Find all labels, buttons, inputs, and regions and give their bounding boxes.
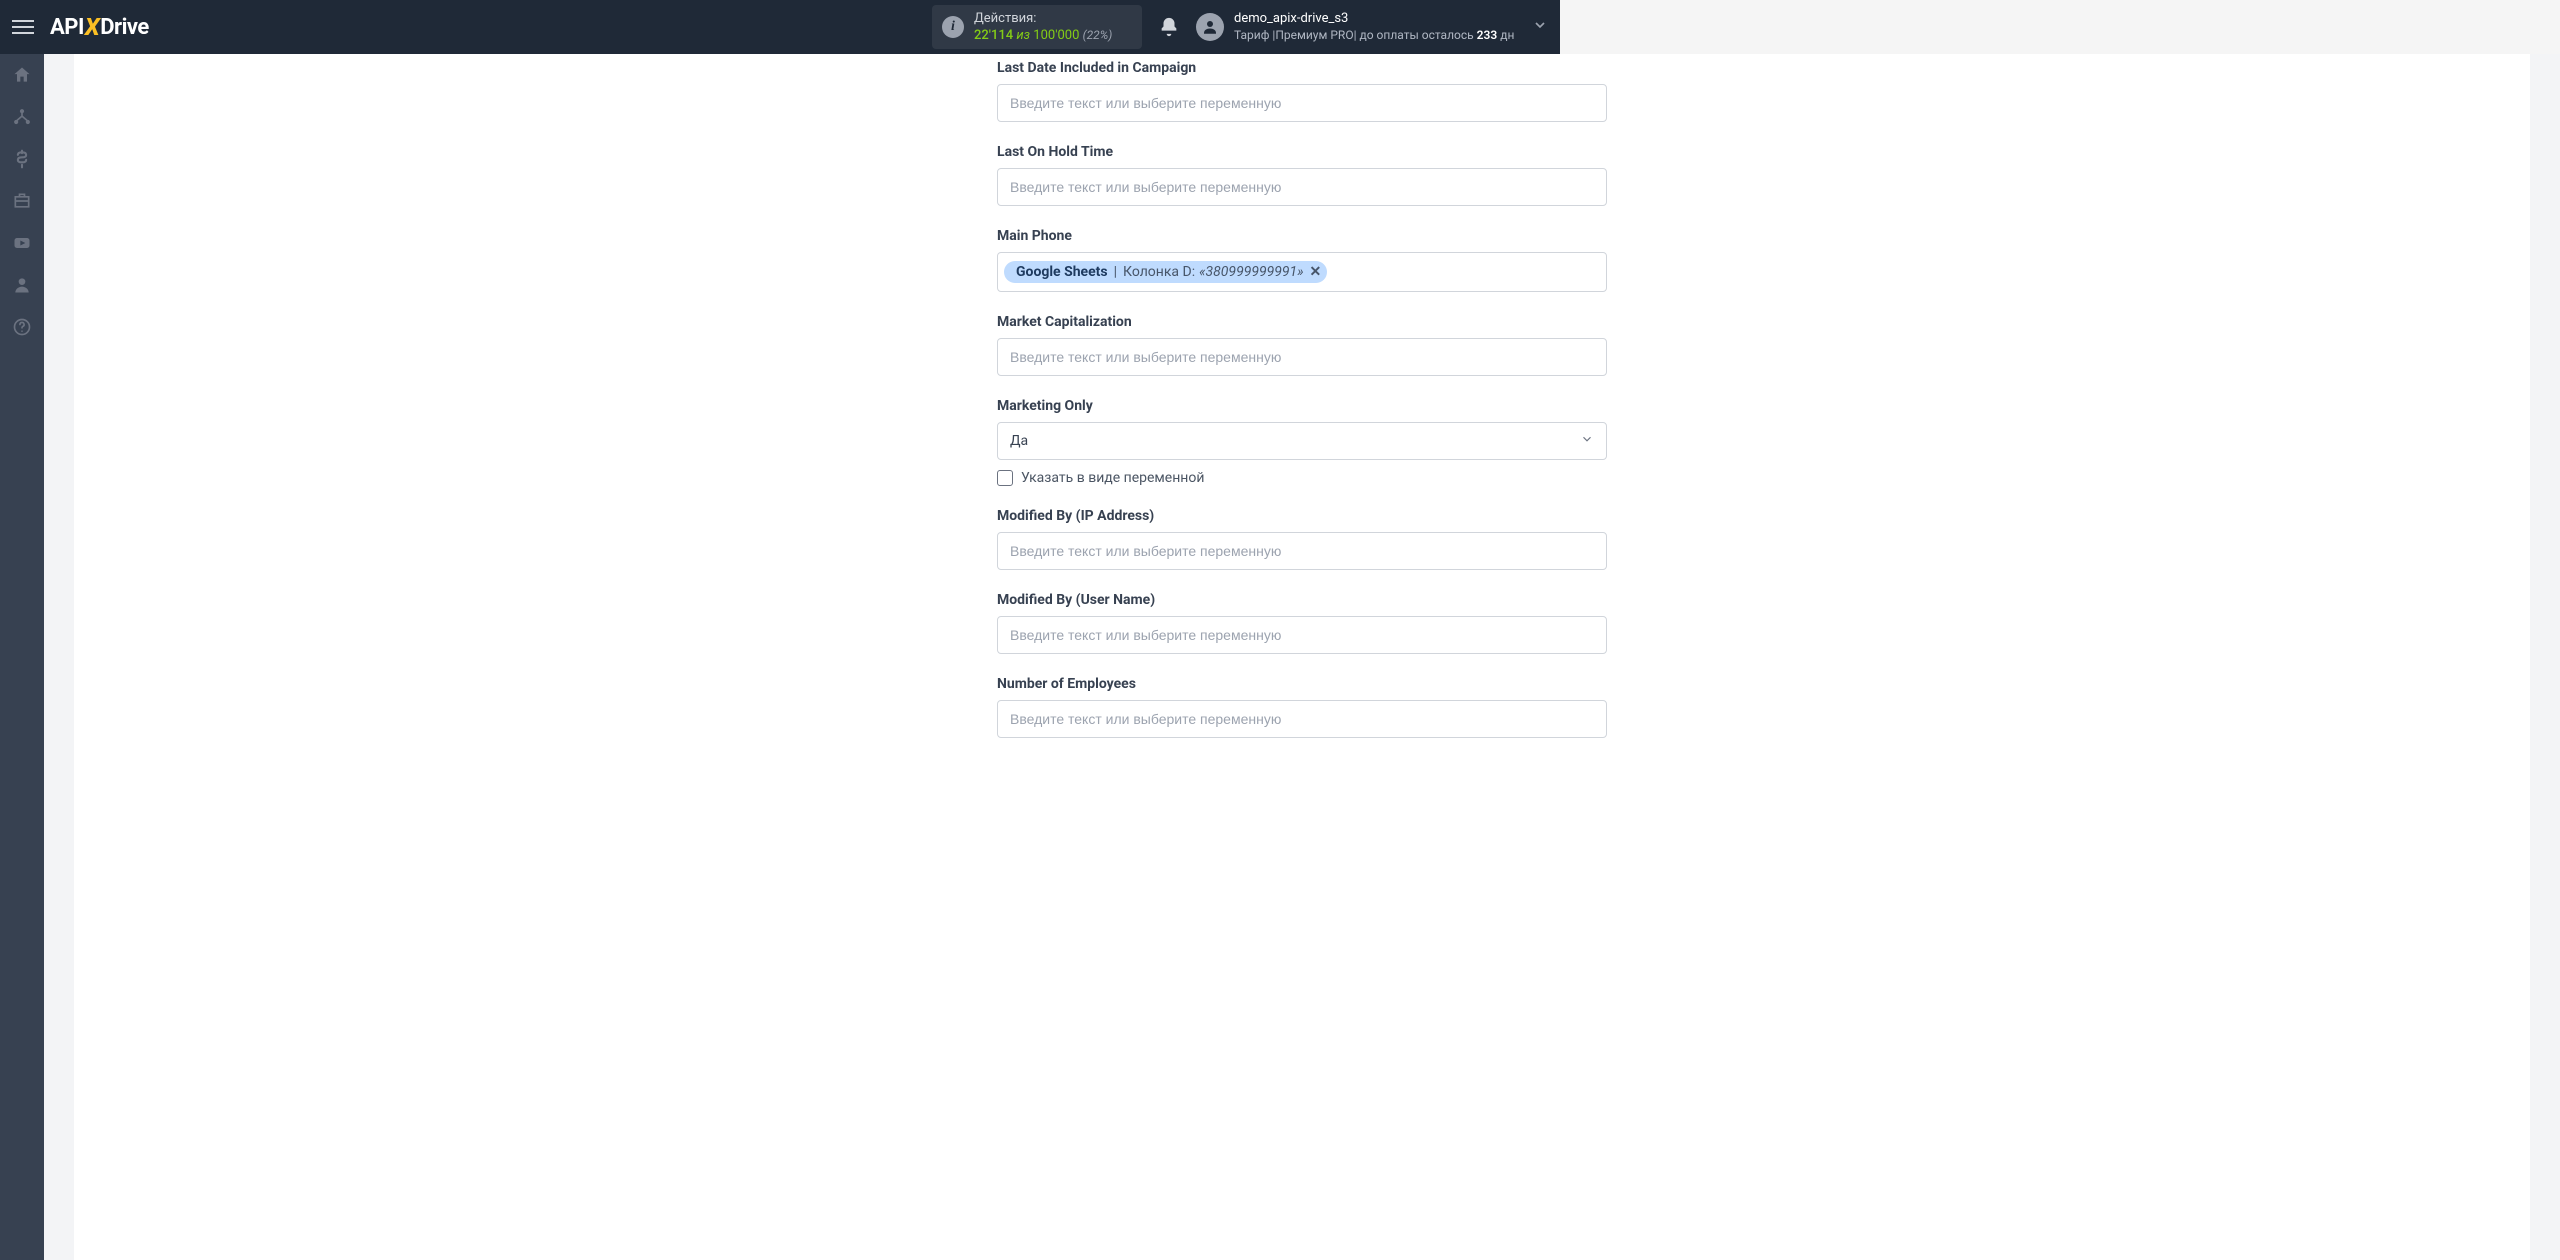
- user-tariff: Тариф |Премиум PRO| до оплаты осталось 2…: [1234, 28, 1514, 44]
- select-value: Да: [1010, 433, 1028, 449]
- field-market-cap: Market Capitalization: [997, 314, 1607, 376]
- label-modified-user: Modified By (User Name): [997, 592, 1607, 608]
- label-marketing-only: Marketing Only: [997, 398, 1607, 414]
- logo-drive-text: Drive: [100, 15, 149, 40]
- sidebar-briefcase[interactable]: [0, 180, 44, 222]
- actions-label: Действия:: [974, 11, 1112, 27]
- top-bar: API X Drive i Действия: 22'114 из 100'00…: [0, 0, 1560, 54]
- topbar-right: i Действия: 22'114 из 100'000 (22%) demo…: [932, 5, 1548, 49]
- chevron-down-icon: [1580, 432, 1594, 450]
- user-name: demo_apix-drive_s3: [1234, 11, 1514, 28]
- tag-column: Колонка D:: [1123, 264, 1195, 280]
- input-main-phone[interactable]: Google Sheets | Колонка D: «380999999991…: [997, 252, 1607, 292]
- input-last-hold[interactable]: [997, 168, 1607, 206]
- chevron-down-icon[interactable]: [1532, 17, 1548, 37]
- select-marketing-only[interactable]: Да: [997, 422, 1607, 460]
- field-main-phone: Main Phone Google Sheets | Колонка D: «3…: [997, 228, 1607, 292]
- checkbox-label: Указать в виде переменной: [1021, 470, 1204, 486]
- tag-separator: |: [1114, 264, 1117, 280]
- sidebar-billing[interactable]: [0, 138, 44, 180]
- info-icon: i: [942, 16, 964, 38]
- logo-x-text: X: [85, 13, 99, 41]
- field-num-employees: Number of Employees: [997, 676, 1607, 738]
- label-num-employees: Number of Employees: [997, 676, 1607, 692]
- tag-remove-icon[interactable]: ✕: [1310, 264, 1322, 280]
- form-card: Last Date Included in Campaign Last On H…: [74, 54, 2530, 1260]
- actions-of: из: [1016, 28, 1030, 43]
- input-num-employees[interactable]: [997, 700, 1607, 738]
- sidebar-help[interactable]: [0, 306, 44, 348]
- field-last-hold: Last On Hold Time: [997, 144, 1607, 206]
- sidebar-video[interactable]: [0, 222, 44, 264]
- actions-usage-box[interactable]: i Действия: 22'114 из 100'000 (22%): [932, 5, 1142, 49]
- input-last-date[interactable]: [997, 84, 1607, 122]
- label-last-date: Last Date Included in Campaign: [997, 60, 1607, 76]
- avatar-icon: [1196, 13, 1224, 41]
- actions-numbers: 22'114 из 100'000 (22%): [974, 28, 1112, 44]
- input-modified-ip[interactable]: [997, 532, 1607, 570]
- field-last-date: Last Date Included in Campaign: [997, 60, 1607, 122]
- input-market-cap[interactable]: [997, 338, 1607, 376]
- sidebar: [0, 54, 44, 1260]
- label-main-phone: Main Phone: [997, 228, 1607, 244]
- bell-icon[interactable]: [1158, 16, 1180, 38]
- actions-used: 22'114: [974, 28, 1013, 43]
- actions-text: Действия: 22'114 из 100'000 (22%): [974, 11, 1112, 43]
- user-menu[interactable]: demo_apix-drive_s3 Тариф |Премиум PRO| д…: [1196, 11, 1516, 43]
- sidebar-profile[interactable]: [0, 264, 44, 306]
- label-last-hold: Last On Hold Time: [997, 144, 1607, 160]
- label-market-cap: Market Capitalization: [997, 314, 1607, 330]
- hamburger-menu-button[interactable]: [12, 13, 40, 41]
- sidebar-connections[interactable]: [0, 96, 44, 138]
- actions-total: 100'000: [1033, 28, 1079, 43]
- tag-value: «380999999991»: [1199, 264, 1303, 280]
- checkbox-icon: [997, 470, 1013, 486]
- checkbox-as-variable[interactable]: Указать в виде переменной: [997, 470, 1607, 486]
- variable-tag-main-phone: Google Sheets | Колонка D: «380999999991…: [1004, 261, 1327, 283]
- actions-percent: (22%): [1083, 28, 1113, 42]
- sidebar-home[interactable]: [0, 54, 44, 96]
- logo[interactable]: API X Drive: [50, 13, 149, 41]
- field-marketing-only: Marketing Only Да Указать в виде перемен…: [997, 398, 1607, 486]
- label-modified-ip: Modified By (IP Address): [997, 508, 1607, 524]
- user-info: demo_apix-drive_s3 Тариф |Премиум PRO| д…: [1234, 11, 1514, 43]
- content-area: Last Date Included in Campaign Last On H…: [44, 54, 2560, 1260]
- form-area: Last Date Included in Campaign Last On H…: [997, 54, 1607, 790]
- input-modified-user[interactable]: [997, 616, 1607, 654]
- field-modified-ip: Modified By (IP Address): [997, 508, 1607, 570]
- field-modified-user: Modified By (User Name): [997, 592, 1607, 654]
- tag-source: Google Sheets: [1016, 264, 1108, 280]
- logo-api-text: API: [50, 15, 84, 40]
